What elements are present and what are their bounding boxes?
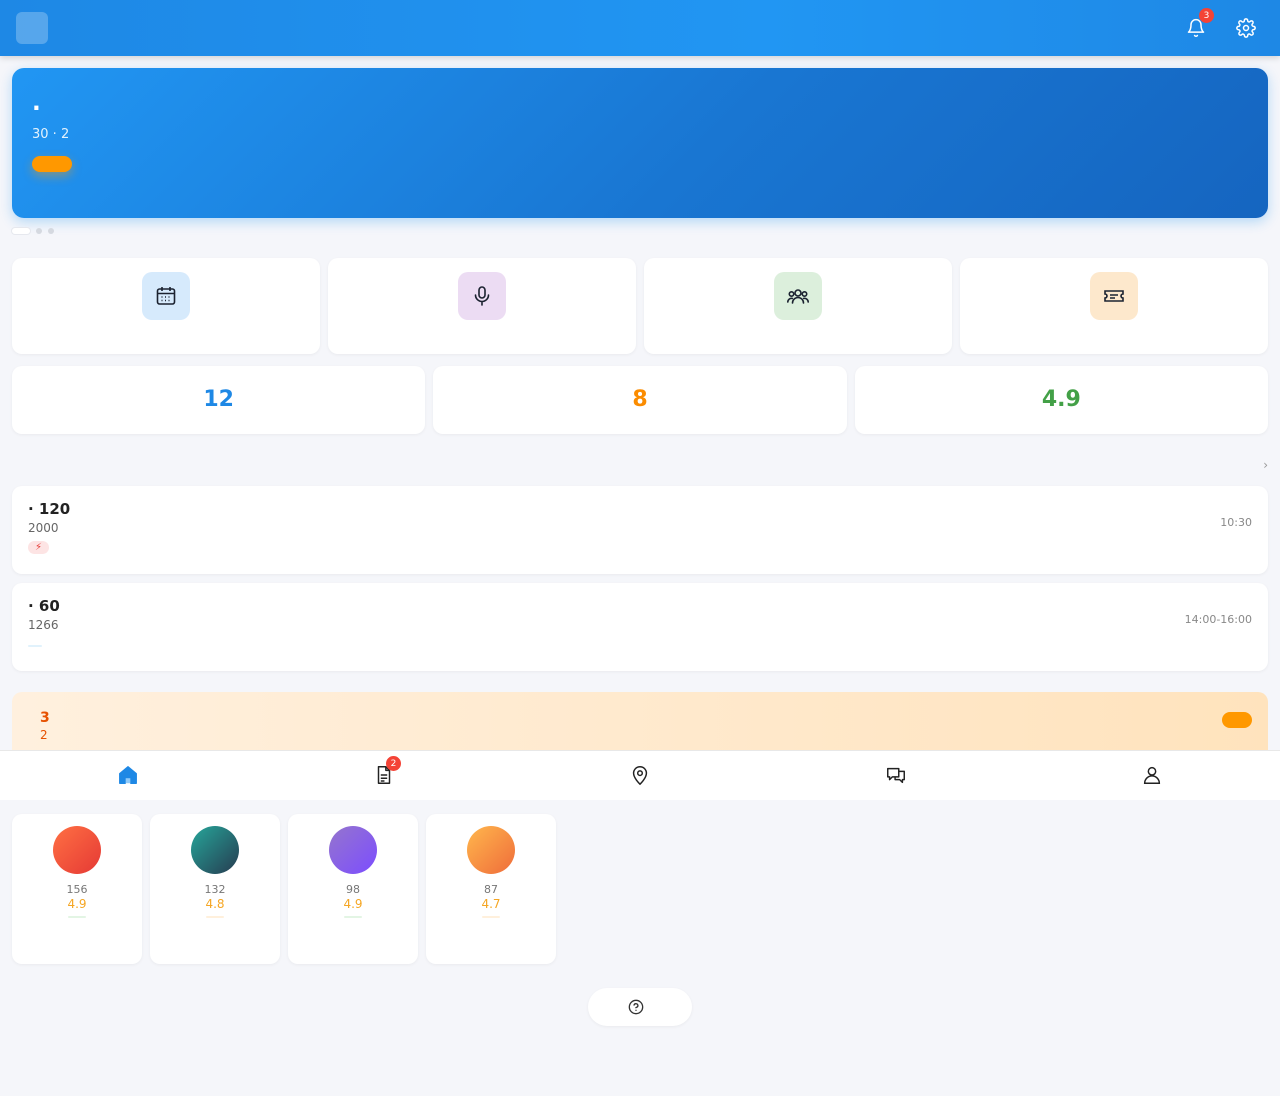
banner-title: · xyxy=(32,96,41,122)
quick-action-1[interactable] xyxy=(328,258,636,354)
avatar xyxy=(467,826,515,874)
chat-icon xyxy=(887,767,905,784)
header-actions: 3 xyxy=(1184,8,1264,40)
microphone-icon xyxy=(458,272,506,320)
event-card[interactable]: · 60 1266 14:00-16:00 xyxy=(12,583,1268,671)
partner-card[interactable]: 132 4.8 xyxy=(150,814,280,964)
stat-value: 8 xyxy=(632,386,648,412)
help-button[interactable] xyxy=(588,988,692,1026)
event-time: 14:00-16:00 xyxy=(1184,613,1252,626)
app-logo-icon xyxy=(16,12,48,44)
coupon-title: 3 xyxy=(40,710,50,726)
stat-card: 4.9 xyxy=(854,366,1268,434)
home-icon xyxy=(119,766,137,784)
group-icon xyxy=(774,272,822,320)
partner-rating: 4.7 xyxy=(481,897,501,911)
partner-tag xyxy=(482,916,500,918)
partner-tag xyxy=(206,916,224,918)
banner-subtitle: 30 · 2 xyxy=(32,127,70,142)
partner-meta: 156 xyxy=(66,883,88,896)
partner-tag xyxy=(68,916,86,918)
partner-card[interactable]: 98 4.9 xyxy=(288,814,418,964)
event-card[interactable]: · 120 2000 ⚡ 10:30 xyxy=(12,486,1268,574)
coupon-subtitle: 2 xyxy=(40,728,48,742)
partner-card[interactable]: 156 4.9 xyxy=(12,814,142,964)
carousel-dot[interactable] xyxy=(48,228,54,234)
nav-item-venues[interactable] xyxy=(512,751,768,800)
bottom-nav: 2 xyxy=(0,750,1280,800)
stat-value: 12 xyxy=(203,386,234,412)
nav-item-messages[interactable] xyxy=(768,751,1024,800)
stats-row: 12 8 4.9 xyxy=(12,366,1268,434)
promo-banner[interactable]: · 30 · 2 xyxy=(12,68,1268,218)
quick-action-2[interactable] xyxy=(644,258,952,354)
event-title: · 120 xyxy=(28,500,71,518)
nav-item-orders[interactable]: 2 xyxy=(256,751,512,800)
event-subtitle: 1266 xyxy=(28,618,59,632)
event-tag: ⚡ xyxy=(28,541,50,554)
avatar xyxy=(53,826,101,874)
event-meta: 10:30 xyxy=(1220,514,1252,531)
notification-button[interactable]: 3 xyxy=(1184,8,1214,40)
event-subtitle: 2000 xyxy=(28,521,59,535)
settings-button[interactable] xyxy=(1234,16,1258,40)
stat-card: 8 xyxy=(433,366,847,434)
gear-icon xyxy=(1236,18,1256,38)
calendar-icon xyxy=(142,272,190,320)
quick-action-0[interactable] xyxy=(12,258,320,354)
nav-item-home[interactable] xyxy=(0,751,256,800)
carousel-indicator xyxy=(12,228,54,234)
coupon-button[interactable] xyxy=(1222,712,1252,728)
question-circle-icon xyxy=(628,999,644,1015)
event-time: 10:30 xyxy=(1220,516,1252,529)
partner-list: 156 4.9 132 4.8 98 4.9 87 4.7 xyxy=(12,814,556,964)
nav-item-profile[interactable] xyxy=(1024,751,1280,800)
carousel-dot-active[interactable] xyxy=(12,228,30,234)
nav-badge: 2 xyxy=(386,756,401,771)
view-all-events-link[interactable]: › xyxy=(1263,458,1268,472)
location-pin-icon xyxy=(632,766,648,786)
notification-badge: 3 xyxy=(1199,8,1214,23)
banner-cta-button[interactable] xyxy=(32,156,72,172)
app-header: 3 xyxy=(0,0,1280,56)
partner-rating: 4.8 xyxy=(205,897,225,911)
partner-rating: 4.9 xyxy=(67,897,87,911)
event-tag xyxy=(28,645,42,647)
quick-action-3[interactable] xyxy=(960,258,1268,354)
partner-meta: 132 xyxy=(204,883,226,896)
stat-value: 4.9 xyxy=(1041,386,1081,412)
partner-rating: 4.9 xyxy=(343,897,363,911)
quick-actions xyxy=(12,258,1268,354)
partner-meta: 87 xyxy=(484,883,498,896)
partner-meta: 98 xyxy=(346,883,360,896)
partner-card[interactable]: 87 4.7 xyxy=(426,814,556,964)
event-title: · 60 xyxy=(28,597,60,615)
stat-card: 12 xyxy=(12,366,426,434)
events-section-header: › xyxy=(12,458,1268,472)
carousel-dot[interactable] xyxy=(36,228,42,234)
partner-tag xyxy=(344,916,362,918)
user-icon xyxy=(1143,766,1161,784)
avatar xyxy=(191,826,239,874)
event-meta: 14:00-16:00 xyxy=(1185,611,1252,628)
ticket-icon xyxy=(1090,272,1138,320)
avatar xyxy=(329,826,377,874)
